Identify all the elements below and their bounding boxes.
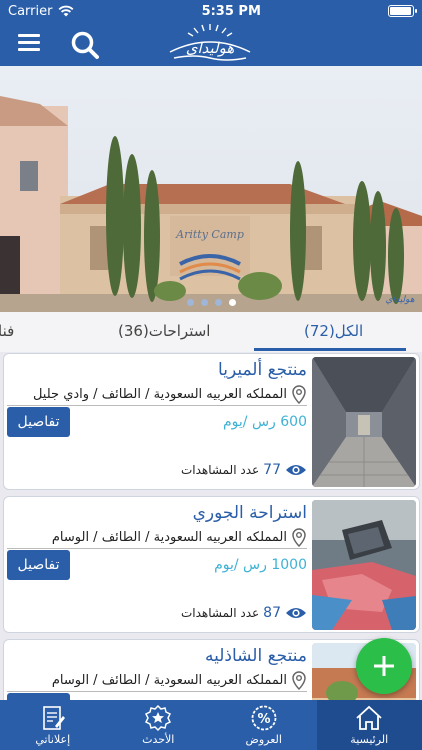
listing-card[interactable]: منتجع ألميريا المملكه العربيه السعودية /… [3, 353, 420, 490]
details-button[interactable]: تفاصيل [7, 407, 70, 437]
views-label: عدد المشاهدات [181, 606, 260, 620]
listing-location: المملكه العربيه السعودية / الطائف / الوس… [51, 530, 287, 545]
plus-icon [374, 656, 394, 676]
add-listing-button[interactable] [356, 638, 412, 694]
bottom-navigation: إعلاناتي الأحدث % العروض الرئيسية [0, 700, 422, 750]
eye-icon [286, 465, 306, 475]
pagination-dot[interactable] [186, 299, 194, 306]
home-icon [356, 705, 382, 730]
svg-text:هوليداي: هوليداي [186, 39, 235, 57]
listing-views: 77 عدد المشاهدات [177, 462, 307, 478]
views-count: 87 [263, 605, 281, 621]
nav-latest[interactable]: الأحدث [106, 700, 212, 750]
listing-price: 600 رس /يوم [223, 414, 307, 430]
tab-all[interactable]: الكل(72) [304, 322, 363, 340]
wifi-icon [59, 5, 74, 17]
nav-home[interactable]: الرئيسية [316, 700, 422, 750]
nav-label: إعلاناتي [35, 733, 71, 746]
views-label: عدد المشاهدات [181, 463, 260, 477]
listing-card[interactable]: استراحة الجوري المملكه العربيه السعودية … [3, 496, 420, 633]
listing-location: المملكه العربيه السعودية / الطائف / وادي… [32, 387, 287, 402]
listing-price: 1000 رس /يوم [214, 557, 307, 573]
app-logo: هوليداي [169, 24, 251, 61]
pagination-dot[interactable] [200, 299, 208, 306]
document-edit-icon [42, 706, 65, 730]
search-icon[interactable] [70, 30, 100, 60]
banner-image: Aritty Camp هوليداي [0, 66, 422, 312]
banner-slideshow[interactable]: Aritty Camp هوليداي [0, 66, 422, 312]
nav-label: الأحدث [142, 733, 175, 746]
tab-rest-houses[interactable]: استراحات(36) [118, 322, 210, 340]
listing-image[interactable] [312, 500, 416, 630]
badge-star-icon [145, 704, 172, 732]
eye-icon [286, 608, 306, 618]
category-tabs: الكل(72) استراحات(36) فنا [0, 312, 422, 352]
details-button[interactable]: تفاصيل [7, 550, 70, 580]
listing-location: المملكه العربيه السعودية / الطائف / الوس… [51, 673, 287, 688]
location-pin-icon [292, 670, 306, 690]
nav-offers[interactable]: % العروض [211, 700, 317, 750]
views-count: 77 [263, 462, 281, 478]
location-pin-icon [292, 384, 306, 404]
pagination-dot[interactable] [214, 299, 222, 306]
listing-location-row: المملكه العربيه السعودية / الطائف / وادي… [7, 384, 307, 406]
banner-pagination [0, 299, 422, 306]
listing-title[interactable]: منتجع ألميريا [218, 360, 307, 380]
tab-active-indicator [254, 348, 406, 351]
listing-title[interactable]: منتجع الشاذليه [205, 646, 307, 666]
battery-icon [387, 5, 417, 17]
top-bar: Carrier 5:35 PM هوليداي [0, 0, 422, 66]
svg-text:%: % [257, 712, 270, 727]
svg-text:Aritty Camp: Aritty Camp [175, 228, 244, 241]
nav-my-ads[interactable]: إعلاناتي [0, 700, 106, 750]
location-pin-icon [292, 527, 306, 547]
status-bar: Carrier 5:35 PM [0, 0, 422, 22]
listing-image[interactable] [312, 357, 416, 487]
listing-views: 87 عدد المشاهدات [177, 605, 307, 621]
listing-title[interactable]: استراحة الجوري [193, 503, 307, 523]
tab-hotels[interactable]: فنا [0, 322, 14, 340]
carrier-label: Carrier [8, 3, 53, 19]
nav-label: الرئيسية [350, 733, 389, 746]
status-time: 5:35 PM [201, 3, 261, 19]
listing-location-row: المملكه العربيه السعودية / الطائف / الوس… [7, 527, 307, 549]
percent-badge-icon: % [251, 705, 277, 731]
menu-icon[interactable] [18, 34, 40, 52]
listing-location-row: المملكه العربيه السعودية / الطائف / الوس… [7, 670, 307, 692]
pagination-dot-active[interactable] [228, 299, 236, 306]
nav-label: العروض [245, 733, 282, 746]
